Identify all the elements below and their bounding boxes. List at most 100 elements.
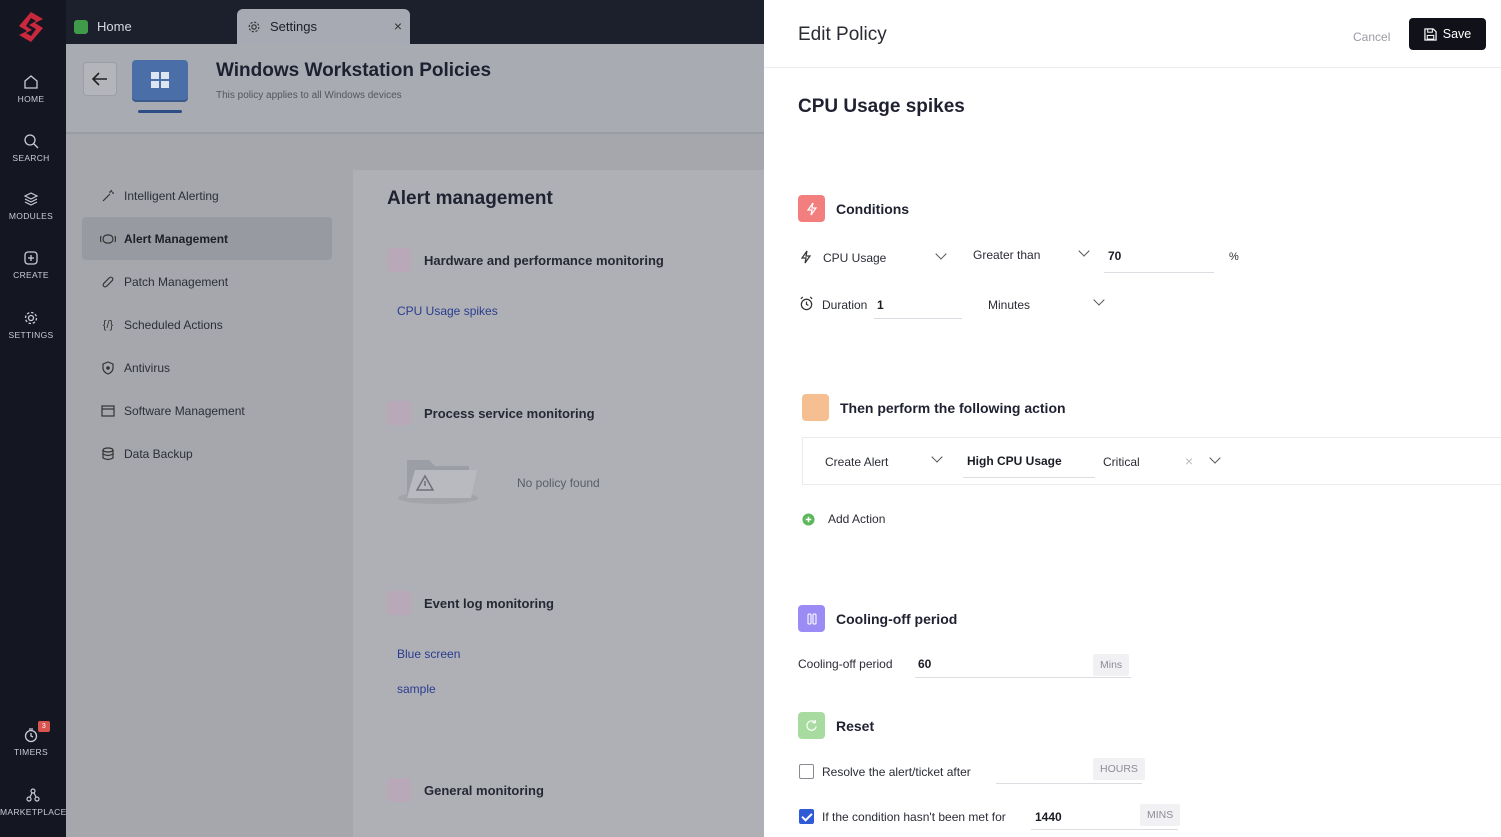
input-underline (1031, 829, 1178, 830)
action-type-select[interactable]: Create Alert (825, 455, 888, 469)
subnav-item-antivirus[interactable]: Antivirus (82, 346, 332, 389)
subnav-item-software-management[interactable]: Software Management (82, 389, 332, 432)
heading-label: Then perform the following action (840, 399, 1066, 416)
input-underline (963, 477, 1095, 478)
action-row: Create Alert High CPU Usage Critical × (802, 437, 1501, 485)
subnav-item-intelligent-alerting[interactable]: Intelligent Alerting (82, 174, 332, 217)
rail-item-timers[interactable]: 3 TIMERS (0, 721, 62, 757)
page-subtitle: This policy applies to all Windows devic… (216, 90, 402, 101)
section-icon (387, 248, 411, 272)
subnav-item-patch-management[interactable]: Patch Management (82, 260, 332, 303)
rail-item-modules[interactable]: MODULES (0, 191, 62, 221)
policy-link-blue-screen[interactable]: Blue screen (397, 647, 460, 661)
section-general: General monitoring (387, 778, 544, 802)
rail-item-settings[interactable]: SETTINGS (0, 310, 62, 340)
subnav-item-label: Alert Management (124, 231, 229, 246)
threshold-input[interactable]: 70 (1108, 249, 1121, 263)
resolve-checkbox[interactable] (799, 764, 814, 779)
rail-item-search[interactable]: SEARCH (0, 133, 62, 163)
action-icon (802, 394, 829, 421)
alert-name-input[interactable]: High CPU Usage (967, 454, 1062, 468)
database-icon (100, 446, 116, 462)
arrow-left-icon (92, 72, 107, 86)
rail-item-label: TIMERS (14, 747, 48, 757)
save-button[interactable]: Save (1409, 18, 1486, 50)
subnav-item-scheduled-actions[interactable]: {/} Scheduled Actions (82, 303, 332, 346)
conditions-heading: Conditions (798, 195, 909, 222)
gear-icon (248, 21, 260, 32)
metric-select[interactable]: CPU Usage (823, 251, 886, 265)
chevron-down-icon[interactable] (1078, 245, 1090, 257)
add-action-button[interactable]: Add Action (802, 512, 885, 526)
subnav-item-label: Antivirus (124, 360, 171, 375)
tab-bar: Home Settings × (66, 0, 766, 44)
section-icon (387, 778, 411, 802)
duration-unit-select[interactable]: Minutes (988, 298, 1030, 312)
brand-logo-icon[interactable] (15, 10, 47, 44)
heading-label: Cooling-off period (836, 610, 958, 627)
plus-square-icon (24, 251, 38, 265)
chevron-down-icon[interactable] (1209, 452, 1221, 464)
section-eventlog: Event log monitoring (387, 591, 554, 615)
chevron-down-icon[interactable] (1093, 294, 1105, 306)
resolve-unit-addon: HOURS (1093, 758, 1145, 780)
tab-home[interactable]: Home (74, 9, 132, 44)
policy-link-sample[interactable]: sample (397, 682, 436, 696)
settings-subnav: Intelligent Alerting Alert Management Pa… (82, 174, 332, 475)
section-process: Process service monitoring (387, 401, 595, 425)
cooling-input[interactable]: 60 (918, 657, 931, 671)
cooling-heading: Cooling-off period (798, 605, 957, 632)
close-tab-icon[interactable]: × (394, 18, 402, 34)
input-underline (915, 677, 1131, 678)
window-code-icon (100, 403, 116, 419)
empty-folder-icon (398, 460, 478, 504)
condition-input[interactable]: 1440 (1035, 810, 1062, 824)
condition-label: If the condition hasn't been met for (822, 810, 1006, 824)
chevron-down-icon[interactable] (931, 451, 943, 463)
operator-select[interactable]: Greater than (973, 248, 1040, 262)
section-title: General monitoring (424, 782, 544, 798)
lightning-icon (800, 250, 812, 264)
section-icon (387, 591, 411, 615)
policy-name: CPU Usage spikes (798, 96, 965, 117)
subnav-item-data-backup[interactable]: Data Backup (82, 432, 332, 475)
rail-item-marketplace[interactable]: MARKETPLACE (0, 787, 66, 817)
save-label: Save (1442, 27, 1472, 41)
tab-settings[interactable]: Settings × (237, 9, 410, 44)
layers-icon (23, 192, 39, 206)
rail-item-label: SETTINGS (8, 330, 54, 340)
home-icon (24, 75, 38, 89)
timers-badge: 3 (38, 721, 50, 732)
chevron-down-icon[interactable] (935, 248, 947, 260)
policy-link-cpu[interactable]: CPU Usage spikes (397, 304, 498, 318)
bandage-icon (100, 274, 116, 290)
clear-icon[interactable]: × (1185, 453, 1193, 469)
subnav-item-label: Software Management (124, 403, 245, 418)
condition-checkbox[interactable] (799, 809, 814, 824)
timer-icon (24, 728, 38, 743)
settings-page: Windows Workstation Policies This policy… (66, 44, 764, 837)
input-underline (1104, 272, 1214, 273)
rail-item-label: MODULES (8, 211, 54, 221)
gear-icon (24, 311, 38, 325)
subnav-item-label: Data Backup (124, 446, 193, 461)
windows-logo-icon (132, 60, 188, 113)
tab-label: Home (97, 19, 132, 34)
duration-input[interactable]: 1 (877, 298, 884, 312)
rail-item-label: SEARCH (12, 153, 50, 163)
section-title: Hardware and performance monitoring (424, 252, 664, 268)
severity-select[interactable]: Critical (1103, 455, 1140, 469)
back-button[interactable] (83, 62, 117, 96)
shield-icon (100, 360, 116, 376)
condition-unit-addon: MINS (1140, 804, 1181, 826)
section-title: Process service monitoring (424, 405, 595, 421)
rail-item-home[interactable]: HOME (0, 74, 62, 104)
duration-label: Duration (822, 298, 868, 312)
subnav-item-alert-management[interactable]: Alert Management (82, 217, 332, 260)
rail-item-label: HOME (17, 94, 45, 104)
cancel-button[interactable]: Cancel (1353, 30, 1390, 44)
threshold-unit: % (1229, 251, 1239, 263)
rail-item-create[interactable]: CREATE (0, 250, 62, 280)
subnav-item-label: Patch Management (124, 274, 229, 289)
section-icon (387, 401, 411, 425)
